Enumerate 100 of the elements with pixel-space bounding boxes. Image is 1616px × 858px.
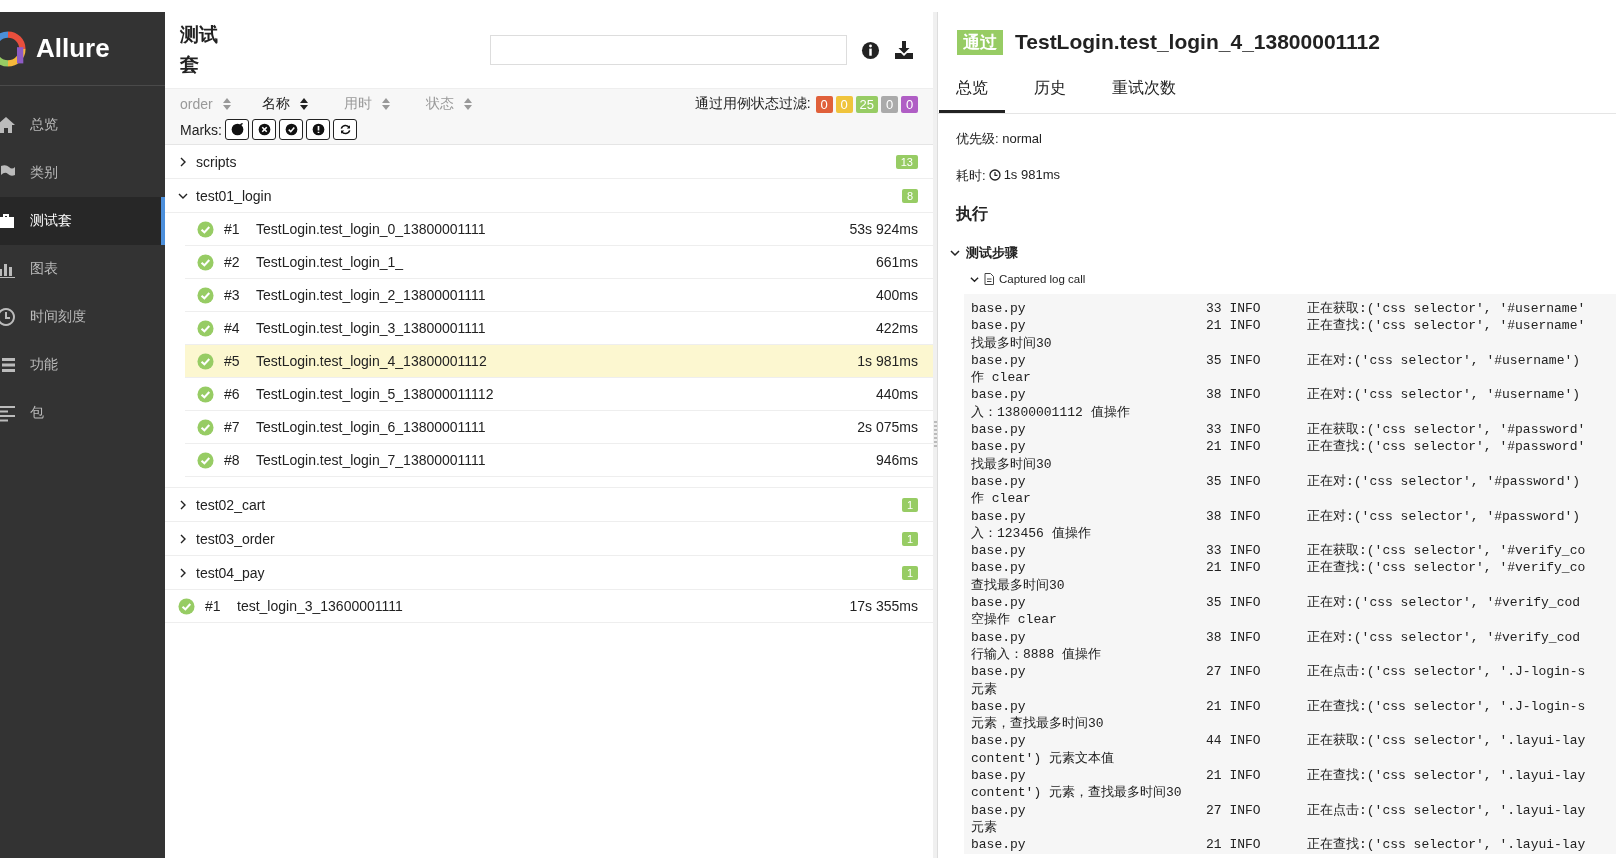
test-row[interactable]: #1 test_login_3_13600001111 17s 355ms (165, 590, 933, 623)
search-field[interactable] (490, 35, 847, 65)
suite-name: test03_order (196, 530, 276, 547)
check-circle-icon (197, 418, 214, 436)
test-number: #2 (224, 254, 241, 270)
suite-row[interactable]: test04_pay 1 (165, 556, 933, 590)
sort-icon (222, 98, 231, 110)
chevron-icon (950, 248, 960, 258)
suite-name: scripts (196, 153, 238, 170)
check-circle-icon (197, 253, 214, 271)
check-circle-icon (197, 286, 214, 304)
test-duration: 1s 981ms (857, 353, 918, 369)
status-badge: 通过 (957, 29, 1003, 55)
test-row[interactable]: #7 TestLogin.test_login_6_13800001111 2s 075ms (185, 411, 933, 444)
test-row[interactable]: #8 TestLogin.test_login_7_13800001111 946ms (185, 444, 933, 477)
mark-check-button[interactable] (279, 119, 303, 140)
suite-name: test01_login (196, 187, 273, 204)
check-circle-icon (197, 451, 214, 469)
nav-item[interactable]: 类别 (0, 149, 165, 197)
sort-icon (382, 98, 390, 110)
test-name: TestLogin.test_login_3_13800001111 (256, 320, 487, 336)
test-number: #5 (224, 353, 241, 369)
status-filter[interactable]: 0 (815, 95, 833, 113)
test-duration: 422ms (875, 320, 918, 336)
count-badge: 1 (901, 497, 918, 512)
suite-name: test02_cart (196, 496, 267, 513)
test-duration: 400ms (875, 287, 918, 303)
attachment-toggle[interactable]: Captured log call (970, 266, 1086, 292)
steps-toggle[interactable]: 测试步骤 (950, 240, 1018, 266)
count-badge: 1 (901, 565, 918, 580)
mark-x-button[interactable] (252, 119, 276, 140)
pane-title: 测试套 (180, 23, 219, 77)
test-name: test_login_3_13600001111 (237, 598, 404, 614)
check-circle-icon (197, 319, 214, 337)
status-filter[interactable]: 0 (901, 95, 918, 113)
section-heading: 执行 (956, 204, 989, 224)
test-row[interactable]: #3 TestLogin.test_login_2_13800001111 400ms (185, 279, 933, 312)
nav-item[interactable]: 测试套 (0, 197, 165, 245)
nav-item[interactable]: 功能 (0, 341, 165, 389)
clock-icon (988, 169, 1001, 181)
test-duration: 946ms (875, 452, 918, 468)
test-name: TestLogin.test_login_6_13800001111 (256, 419, 487, 435)
test-duration: 17s 355ms (849, 598, 918, 614)
sort-icon (300, 98, 308, 110)
test-number: #4 (224, 320, 241, 336)
test-name: TestLogin.test_login_4_13800001112 (256, 353, 488, 369)
check-circle-icon (178, 597, 195, 615)
sort-column[interactable]: 名称 (262, 95, 344, 113)
download-icon[interactable] (894, 40, 914, 60)
clock-icon (0, 307, 16, 327)
info-icon[interactable] (861, 40, 880, 60)
test-row[interactable]: #1 TestLogin.test_login_0_13800001111 53s 924ms (185, 213, 933, 246)
test-number: #6 (224, 386, 241, 402)
exclaim-icon (311, 123, 325, 136)
test-name: TestLogin.test_login_7_13800001111 (256, 452, 487, 468)
nav-item[interactable]: 图表 (0, 245, 165, 293)
test-duration: 2s 075ms (857, 419, 918, 435)
mark-exclaim-button[interactable] (306, 119, 330, 140)
tab[interactable]: 重试次数 (1095, 68, 1193, 113)
sort-icon (464, 98, 472, 110)
check-circle-icon (197, 385, 214, 403)
resize-handle[interactable] (933, 421, 937, 449)
nav-item[interactable]: 总览 (0, 101, 165, 149)
check-circle-icon (197, 352, 214, 370)
suite-row[interactable]: test03_order 1 (165, 522, 933, 556)
test-duration: 53s 924ms (849, 221, 918, 237)
test-number: #1 (224, 221, 241, 237)
duration-value: 1s 981ms (1003, 167, 1060, 182)
mark-refresh-button[interactable] (333, 119, 357, 140)
suite-row[interactable]: scripts 13 (165, 145, 933, 179)
test-duration: 661ms (875, 254, 918, 270)
test-name: TestLogin.test_login_2_13800001111 (256, 287, 487, 303)
test-row[interactable]: #6 TestLogin.test_login_5_138000011112 440ms (185, 378, 933, 411)
x-icon (257, 123, 271, 136)
mark-bomb-button[interactable] (225, 119, 249, 140)
logo-icon (0, 28, 26, 69)
tab[interactable]: 历史 (1017, 68, 1083, 113)
brand-name: Allure (36, 33, 110, 64)
test-number: #3 (224, 287, 241, 303)
test-row[interactable]: #2 TestLogin.test_login_1_ 661ms (185, 246, 933, 279)
test-row[interactable]: #5 TestLogin.test_login_4_13800001112 1s 981ms (185, 345, 933, 378)
suite-row[interactable]: test01_login 8 (165, 179, 933, 213)
suite-row[interactable]: test02_cart 1 (165, 488, 933, 522)
count-badge: 13 (895, 154, 918, 169)
chevron-icon (970, 274, 979, 284)
test-title: TestLogin.test_login_4_13800001112 (1015, 30, 1380, 54)
test-number: #8 (224, 452, 241, 468)
check-circle-icon (197, 220, 214, 238)
nav-item[interactable]: 时间刻度 (0, 293, 165, 341)
count-badge: 1 (901, 531, 918, 546)
lines-icon (0, 403, 16, 423)
test-name: TestLogin.test_login_0_13800001111 (256, 221, 487, 237)
nav-item[interactable]: 包 (0, 389, 165, 437)
marks-label: Marks: (180, 121, 222, 138)
refresh-icon (338, 123, 352, 136)
test-name: TestLogin.test_login_5_138000011112 (256, 386, 495, 402)
tab[interactable]: 总览 (939, 68, 1005, 113)
filter-label: 通过用例状态过滤: (694, 95, 811, 113)
briefcase-icon (0, 211, 16, 231)
list-icon (0, 355, 16, 375)
